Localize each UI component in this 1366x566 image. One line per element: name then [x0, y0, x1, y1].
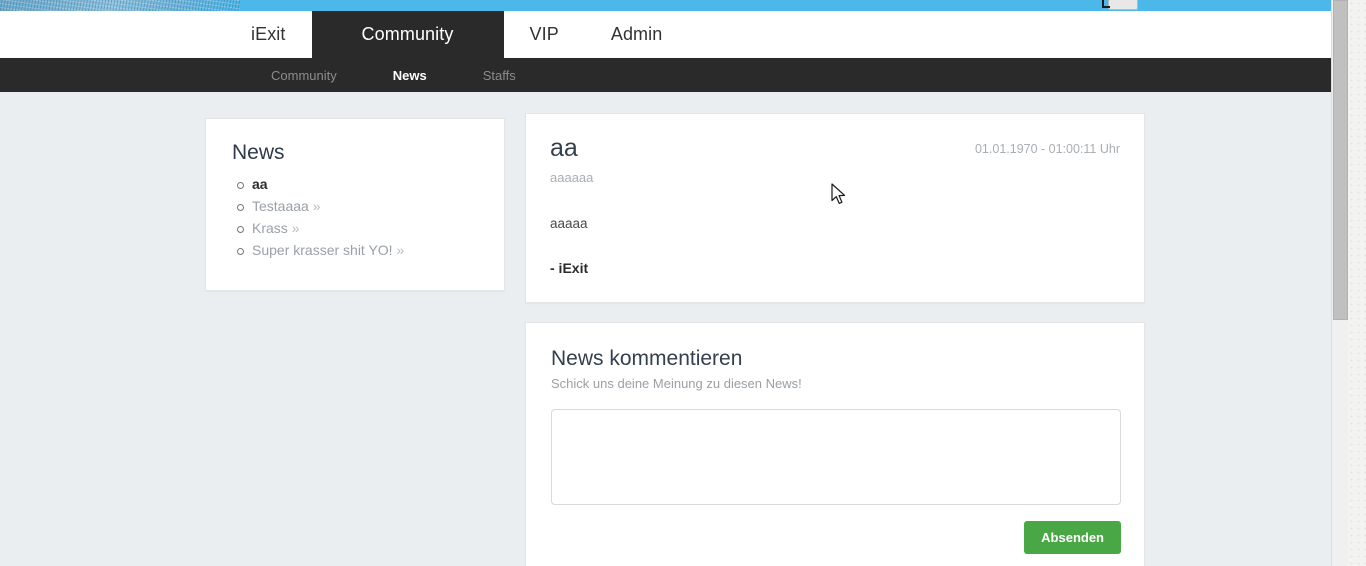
chevron-double-right-icon: »: [396, 242, 405, 258]
secondary-nav-item-community[interactable]: Community: [243, 58, 365, 92]
comment-form-title: News kommentieren: [551, 347, 743, 370]
browser-page-viewport: iExit Community VIP Admin Community News…: [0, 0, 1348, 566]
primary-nav-label: Admin: [610, 24, 663, 44]
vertical-scrollbar-thumb[interactable]: [1333, 0, 1348, 320]
secondary-nav-label: News: [392, 67, 427, 83]
main-content: News aa Testaaaa » Krass » Super krasser…: [0, 92, 1348, 566]
news-list-item-testaaaa[interactable]: Testaaaa »: [232, 199, 478, 214]
article-body: aaaaa: [550, 216, 588, 231]
article-lead: aaaaaa: [550, 170, 594, 185]
comment-textarea[interactable]: [551, 409, 1121, 505]
comment-form-subtitle: Schick uns deine Meinung zu diesen News!: [551, 376, 802, 391]
primary-nav-item-iexit[interactable]: iExit: [225, 11, 312, 58]
primary-nav-item-admin[interactable]: Admin: [585, 11, 689, 58]
news-list-item-super-krasser-shit-yo[interactable]: Super krasser shit YO! »: [232, 243, 478, 258]
news-list-item-krass[interactable]: Krass »: [232, 221, 478, 236]
secondary-nav-label: Staffs: [482, 67, 516, 83]
news-list-item-label: aa: [252, 176, 268, 192]
outer-page-texture: [1348, 0, 1366, 566]
secondary-nav-item-staffs[interactable]: Staffs: [455, 58, 544, 92]
primary-navigation: iExit Community VIP Admin: [0, 11, 1348, 58]
submit-comment-button[interactable]: Absenden: [1024, 521, 1121, 554]
secondary-nav-label: Community: [271, 67, 337, 83]
news-article-card: aa 01.01.1970 - 01:00:11 Uhr aaaaaa aaaa…: [525, 113, 1145, 303]
vertical-scrollbar-track[interactable]: [1331, 0, 1348, 566]
site-banner: [0, 0, 1348, 11]
primary-nav-label: Community: [361, 24, 454, 44]
secondary-nav-spacer: [0, 58, 243, 92]
primary-nav-spacer: [0, 11, 225, 58]
article-timestamp: 01.01.1970 - 01:00:11 Uhr: [974, 142, 1120, 156]
news-list-item-label: Krass: [252, 220, 288, 236]
banner-widget-bracket-icon: [1102, 0, 1110, 8]
comment-form-card: News kommentieren Schick uns deine Meinu…: [525, 322, 1145, 566]
news-list-item-label: Super krasser shit YO!: [252, 242, 393, 258]
article-signature: - iExit: [550, 260, 589, 276]
secondary-nav-item-news[interactable]: News: [365, 58, 455, 92]
primary-nav-item-vip[interactable]: VIP: [504, 11, 585, 58]
news-list-item-label: Testaaaa: [252, 198, 309, 214]
primary-nav-label: iExit: [251, 24, 286, 44]
news-list-title: News: [232, 141, 285, 164]
news-list-item-aa[interactable]: aa: [232, 177, 478, 192]
secondary-navigation: Community News Staffs: [0, 58, 1348, 92]
news-list: aa Testaaaa » Krass » Super krasser shit…: [232, 177, 478, 258]
comment-form-actions: Absenden: [551, 521, 1121, 554]
primary-nav-label: VIP: [529, 24, 559, 44]
news-list-card: News aa Testaaaa » Krass » Super krasser…: [205, 118, 505, 291]
chevron-double-right-icon: »: [312, 198, 321, 214]
chevron-double-right-icon: »: [291, 220, 300, 236]
article-title: aa: [550, 134, 578, 162]
banner-photo-texture: [0, 0, 240, 11]
banner-widget-partial[interactable]: [1108, 0, 1138, 10]
primary-nav-item-community[interactable]: Community: [311, 11, 504, 58]
